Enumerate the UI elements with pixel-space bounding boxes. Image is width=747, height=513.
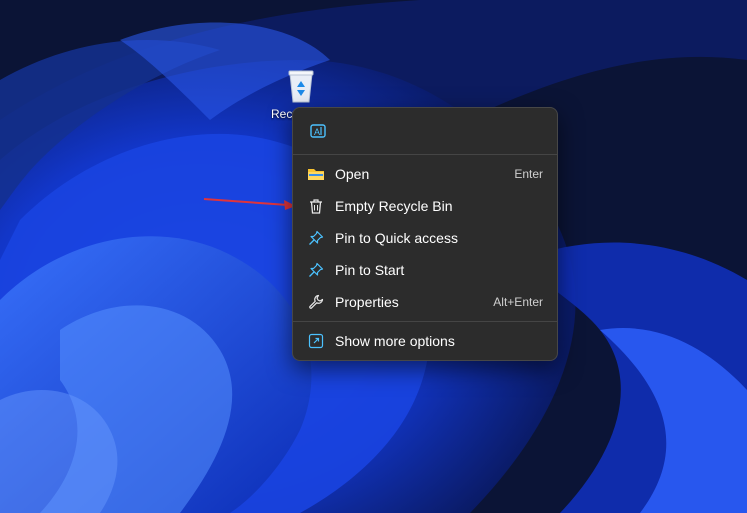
annotation-arrow-icon bbox=[203, 198, 296, 210]
menu-item-properties[interactable]: Properties Alt+Enter bbox=[293, 286, 557, 318]
pin-icon bbox=[307, 229, 325, 247]
recycle-bin-icon bbox=[288, 70, 314, 103]
menu-item-pin-quick-access[interactable]: Pin to Quick access bbox=[293, 222, 557, 254]
expand-icon bbox=[307, 332, 325, 350]
menu-item-label: Pin to Start bbox=[335, 262, 405, 278]
menu-item-open[interactable]: Open Enter bbox=[293, 158, 557, 190]
translate-icon: A bbox=[310, 124, 326, 138]
svg-text:A: A bbox=[314, 127, 320, 137]
menu-item-label: Open bbox=[335, 166, 370, 182]
menu-item-pin-to-start[interactable]: Pin to Start bbox=[293, 254, 557, 286]
menu-item-shortcut: Alt+Enter bbox=[493, 295, 543, 309]
folder-icon bbox=[307, 165, 325, 183]
wrench-icon bbox=[307, 293, 325, 311]
menu-item-show-more-options[interactable]: Show more options bbox=[293, 322, 557, 360]
rename-button[interactable]: A bbox=[307, 120, 329, 142]
pin-icon bbox=[307, 261, 325, 279]
menu-item-label: Properties bbox=[335, 294, 399, 310]
quick-actions-bar: A bbox=[293, 108, 557, 154]
menu-item-label: Pin to Quick access bbox=[335, 230, 458, 246]
menu-item-label: Show more options bbox=[335, 333, 455, 349]
trash-icon bbox=[307, 197, 325, 215]
menu-item-empty-recycle-bin[interactable]: Empty Recycle Bin bbox=[293, 190, 557, 222]
context-menu: A Open Enter Empty Recycle Bin Pin to Qu… bbox=[292, 107, 558, 361]
menu-item-shortcut: Enter bbox=[514, 167, 543, 181]
menu-item-label: Empty Recycle Bin bbox=[335, 198, 453, 214]
menu-items: Open Enter Empty Recycle Bin Pin to Quic… bbox=[293, 155, 557, 321]
